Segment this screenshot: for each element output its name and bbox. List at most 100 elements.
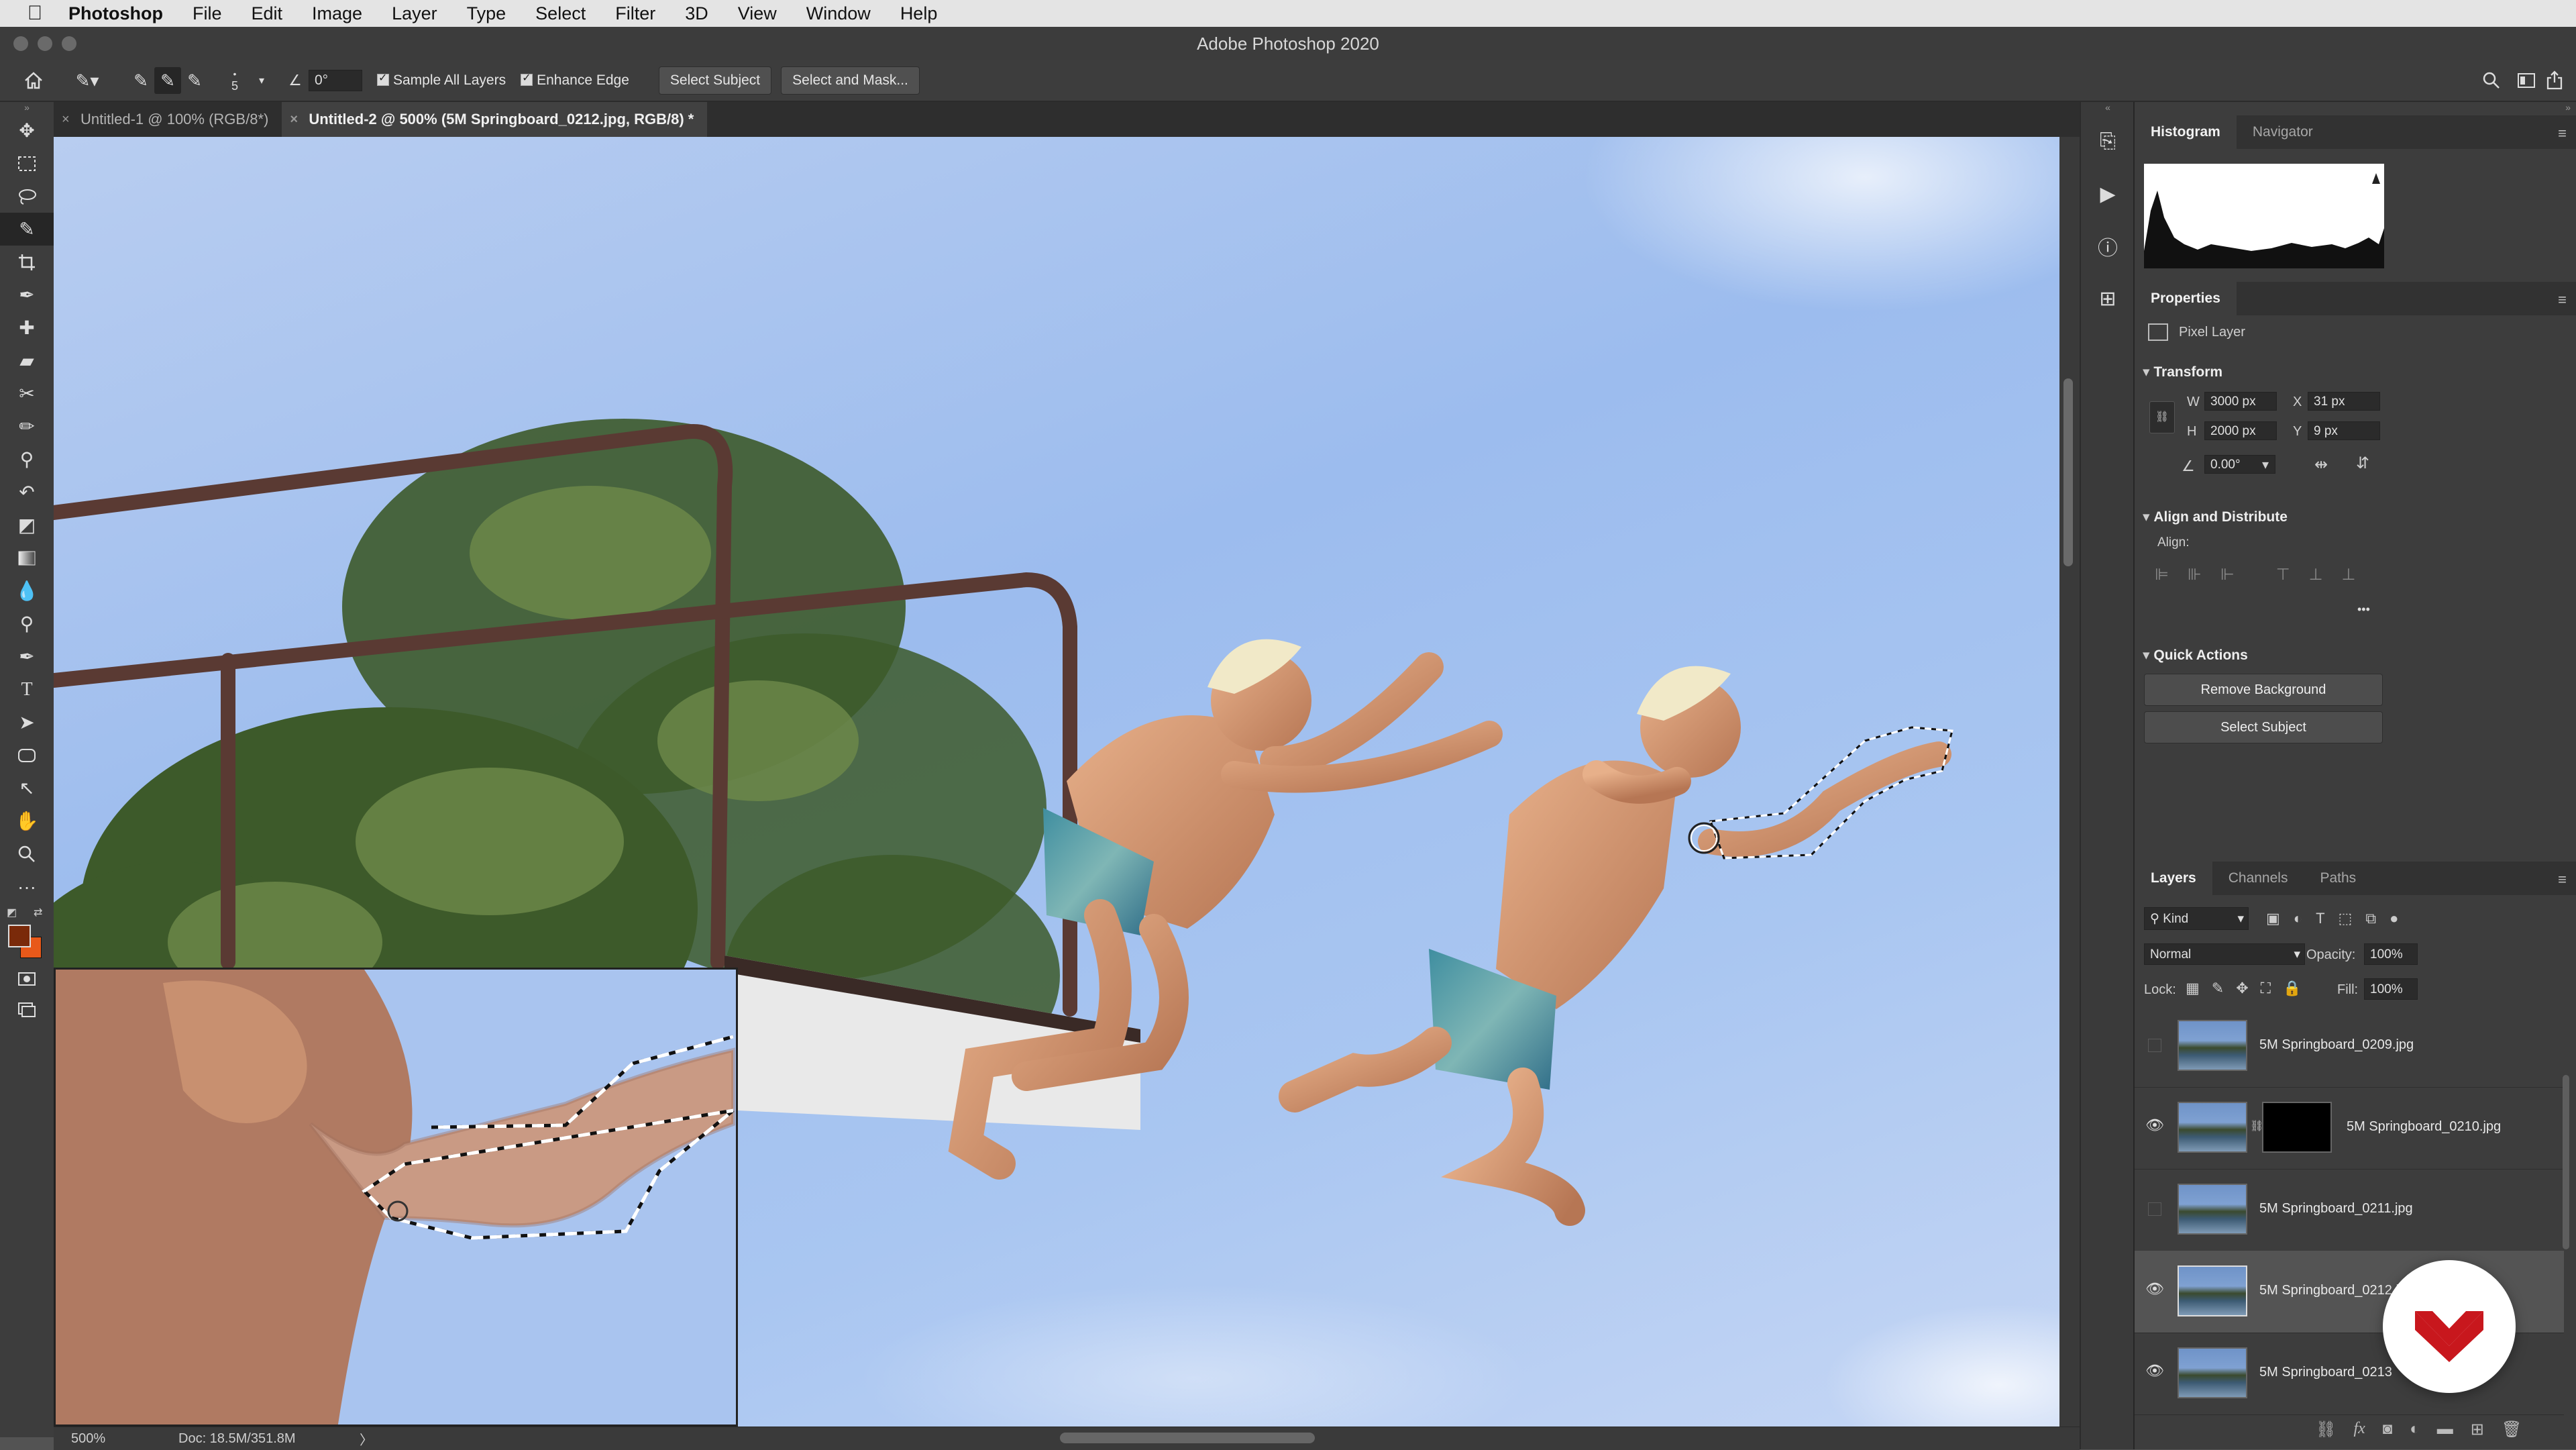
clone-stamp-icon[interactable]: ⚲ (0, 443, 54, 476)
menu-edit[interactable]: Edit (252, 3, 283, 24)
transform-section-header[interactable]: Transform (2143, 364, 2222, 380)
opacity-field[interactable]: 100% (2364, 943, 2418, 965)
type-icon[interactable]: T (0, 673, 54, 706)
zoom-icon[interactable] (0, 837, 54, 870)
visibility-toggle-off[interactable] (2148, 1039, 2161, 1052)
libraries-icon[interactable]: ⊞ (2081, 272, 2135, 325)
actions-play-icon[interactable]: ▶ (2081, 168, 2135, 220)
layers-scrollbar[interactable] (2563, 1075, 2569, 1249)
new-selection-icon[interactable]: ✎ (127, 67, 154, 94)
tab-untitled-2[interactable]: × Untitled-2 @ 500% (5M Springboard_0212… (282, 102, 708, 137)
menu-help[interactable]: Help (900, 3, 938, 24)
tab-paths[interactable]: Paths (2304, 862, 2372, 895)
scroll-thumb[interactable] (2063, 378, 2073, 566)
add-mask-icon[interactable]: ◙ (2383, 1420, 2393, 1439)
collapse-toolbar-icon[interactable]: » (0, 102, 54, 114)
layer-row[interactable]: 5M Springboard_0209.jpg (2135, 1005, 2564, 1088)
filter-pixel-icon[interactable]: ▣ (2266, 910, 2280, 927)
swap-colors-icon[interactable]: ⇄ (34, 906, 42, 919)
shape-icon[interactable] (0, 739, 54, 772)
align-right-icon[interactable]: ⊩ (2220, 565, 2235, 584)
tab-channels[interactable]: Channels (2212, 862, 2304, 895)
document-canvas[interactable] (54, 137, 2059, 1427)
delete-layer-icon[interactable]: 🗑 (2502, 1420, 2522, 1439)
menu-photoshop[interactable]: Photoshop (68, 3, 163, 24)
vertical-scrollbar[interactable] (2059, 137, 2080, 1427)
collapse-panels-icon[interactable]: » (2565, 102, 2571, 113)
workspace-icon[interactable] (2514, 67, 2541, 94)
layer-row[interactable]: 👁 ⛓ 5M Springboard_0210.jpg (2135, 1087, 2564, 1170)
lock-position-icon[interactable]: ✥ (2236, 980, 2248, 997)
quick-actions-header[interactable]: Quick Actions (2143, 647, 2247, 664)
direct-selection-icon[interactable]: ↖ (0, 772, 54, 805)
search-icon[interactable] (2478, 67, 2505, 94)
more-tools-icon[interactable]: ··· (0, 870, 54, 903)
status-menu-arrow[interactable]: 〉 (360, 1429, 373, 1449)
link-layers-icon[interactable]: ⛓ (2316, 1420, 2336, 1439)
properties-title[interactable]: Properties (2135, 282, 2237, 315)
blend-mode-select[interactable]: Normal ▾ (2144, 943, 2305, 965)
align-top-icon[interactable]: ⊤ (2276, 565, 2290, 584)
menu-layer[interactable]: Layer (392, 3, 437, 24)
eye-icon[interactable]: 👁 (2145, 1362, 2164, 1380)
link-icon[interactable]: ⛓ (2149, 401, 2175, 433)
move-icon[interactable]: ✥ (0, 114, 54, 147)
apple-icon[interactable]:  (21, 2, 48, 25)
layer-mask-thumbnail[interactable] (2262, 1102, 2332, 1153)
sample-all-layers-checkbox[interactable]: Sample All Layers (377, 71, 506, 89)
chevron-down-icon[interactable]: ▾ (2262, 456, 2269, 473)
eyedropper-icon[interactable]: ✒ (0, 278, 54, 311)
quick-selection-icon[interactable]: ✎ (0, 213, 54, 246)
align-section-header[interactable]: Align and Distribute (2143, 509, 2288, 525)
lock-artboard-icon[interactable]: ⛶ (2261, 980, 2271, 997)
layer-name[interactable]: 5M Springboard_0213 (2259, 1365, 2392, 1380)
adjustment-layer-icon[interactable]: ◐ (2410, 1420, 2420, 1439)
menu-window[interactable]: Window (806, 3, 871, 24)
filter-adjustment-icon[interactable]: ◐ (2294, 910, 2302, 927)
close-tab-icon[interactable]: × (290, 112, 298, 127)
enhance-edge-checkbox[interactable]: Enhance Edge (521, 71, 629, 89)
tab-navigator[interactable]: Navigator (2237, 115, 2329, 149)
add-to-selection-icon[interactable]: ✎ (154, 67, 181, 94)
tab-histogram[interactable]: Histogram (2135, 115, 2237, 149)
home-icon[interactable] (20, 67, 47, 94)
chevron-down-icon[interactable]: ▾ (248, 67, 275, 94)
lasso-icon[interactable] (0, 180, 54, 213)
fx-icon[interactable]: fx (2353, 1420, 2365, 1439)
new-layer-icon[interactable]: ⊞ (2471, 1420, 2484, 1439)
remove-background-button[interactable]: Remove Background (2144, 674, 2383, 706)
share-icon[interactable] (2541, 67, 2568, 94)
width-field[interactable]: 3000 px (2204, 392, 2277, 411)
x-field[interactable]: 31 px (2308, 392, 2380, 411)
select-subject-button[interactable]: Select Subject (2144, 711, 2383, 743)
lock-transparent-icon[interactable]: ▦ (2186, 980, 2200, 997)
eye-icon[interactable]: 👁 (2145, 1117, 2164, 1134)
brush-ruler-icon[interactable]: ▰ (0, 344, 54, 377)
close-tab-icon[interactable]: × (62, 112, 70, 127)
align-center-icon[interactable]: ⊪ (2188, 565, 2202, 584)
more-options-icon[interactable]: ••• (2357, 603, 2370, 617)
menu-type[interactable]: Type (467, 3, 506, 24)
pen-icon[interactable]: ✒ (0, 640, 54, 673)
menu-3d[interactable]: 3D (685, 3, 708, 24)
select-subject-button[interactable]: Select Subject (658, 66, 772, 95)
brush-size-picker[interactable]: • 5 (221, 67, 248, 94)
angle-input[interactable]: 0° (309, 70, 362, 91)
tool-preset-picker-icon[interactable]: ✎▾ (74, 67, 101, 94)
healing-icon[interactable]: ✚ (0, 311, 54, 344)
align-left-icon[interactable]: ⊫ (2155, 565, 2169, 584)
horizontal-scroll-thumb[interactable] (1060, 1433, 1315, 1443)
blur-icon[interactable]: 💧 (0, 574, 54, 607)
path-selection-icon[interactable]: ➤ (0, 706, 54, 739)
history-panel-icon[interactable]: ⎘ (2081, 115, 2135, 168)
info-icon[interactable]: ⓘ (2081, 220, 2135, 272)
filter-toggle-icon[interactable]: ● (2390, 910, 2398, 927)
height-field[interactable]: 2000 px (2204, 421, 2277, 440)
new-group-icon[interactable]: ▬ (2437, 1420, 2453, 1439)
visibility-toggle-off[interactable] (2148, 1202, 2161, 1216)
hand-icon[interactable]: ✋ (0, 805, 54, 837)
lock-all-icon[interactable]: 🔒 (2283, 980, 2301, 997)
foreground-color-swatch[interactable] (8, 925, 31, 947)
menu-image[interactable]: Image (312, 3, 362, 24)
align-middle-icon[interactable]: ⊥ (2309, 565, 2323, 584)
